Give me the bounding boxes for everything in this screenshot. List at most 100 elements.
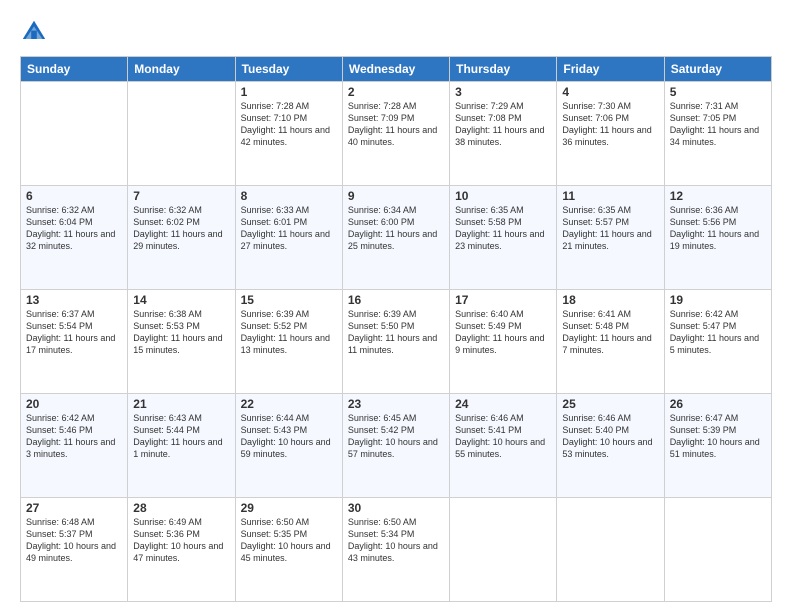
calendar-day-header: Tuesday xyxy=(235,57,342,82)
calendar-cell xyxy=(557,498,664,602)
calendar-cell: 28Sunrise: 6:49 AM Sunset: 5:36 PM Dayli… xyxy=(128,498,235,602)
day-number: 19 xyxy=(670,293,766,307)
calendar-cell: 15Sunrise: 6:39 AM Sunset: 5:52 PM Dayli… xyxy=(235,290,342,394)
day-info: Sunrise: 6:40 AM Sunset: 5:49 PM Dayligh… xyxy=(455,308,551,357)
day-info: Sunrise: 6:50 AM Sunset: 5:34 PM Dayligh… xyxy=(348,516,444,565)
calendar-day-header: Saturday xyxy=(664,57,771,82)
calendar-week-row: 13Sunrise: 6:37 AM Sunset: 5:54 PM Dayli… xyxy=(21,290,772,394)
day-info: Sunrise: 7:28 AM Sunset: 7:10 PM Dayligh… xyxy=(241,100,337,149)
day-number: 20 xyxy=(26,397,122,411)
day-number: 9 xyxy=(348,189,444,203)
calendar-day-header: Thursday xyxy=(450,57,557,82)
day-number: 8 xyxy=(241,189,337,203)
day-info: Sunrise: 6:50 AM Sunset: 5:35 PM Dayligh… xyxy=(241,516,337,565)
day-number: 21 xyxy=(133,397,229,411)
calendar-cell: 17Sunrise: 6:40 AM Sunset: 5:49 PM Dayli… xyxy=(450,290,557,394)
day-number: 6 xyxy=(26,189,122,203)
day-number: 30 xyxy=(348,501,444,515)
calendar-cell: 18Sunrise: 6:41 AM Sunset: 5:48 PM Dayli… xyxy=(557,290,664,394)
day-number: 28 xyxy=(133,501,229,515)
calendar-cell xyxy=(664,498,771,602)
day-info: Sunrise: 6:34 AM Sunset: 6:00 PM Dayligh… xyxy=(348,204,444,253)
day-info: Sunrise: 6:45 AM Sunset: 5:42 PM Dayligh… xyxy=(348,412,444,461)
day-info: Sunrise: 6:48 AM Sunset: 5:37 PM Dayligh… xyxy=(26,516,122,565)
calendar-cell: 30Sunrise: 6:50 AM Sunset: 5:34 PM Dayli… xyxy=(342,498,449,602)
day-number: 23 xyxy=(348,397,444,411)
calendar-week-row: 6Sunrise: 6:32 AM Sunset: 6:04 PM Daylig… xyxy=(21,186,772,290)
calendar-cell: 25Sunrise: 6:46 AM Sunset: 5:40 PM Dayli… xyxy=(557,394,664,498)
day-number: 10 xyxy=(455,189,551,203)
day-number: 11 xyxy=(562,189,658,203)
calendar-cell xyxy=(450,498,557,602)
calendar-week-row: 20Sunrise: 6:42 AM Sunset: 5:46 PM Dayli… xyxy=(21,394,772,498)
day-number: 15 xyxy=(241,293,337,307)
calendar-cell xyxy=(128,82,235,186)
page: SundayMondayTuesdayWednesdayThursdayFrid… xyxy=(0,0,792,612)
calendar-cell: 5Sunrise: 7:31 AM Sunset: 7:05 PM Daylig… xyxy=(664,82,771,186)
day-number: 2 xyxy=(348,85,444,99)
day-info: Sunrise: 6:43 AM Sunset: 5:44 PM Dayligh… xyxy=(133,412,229,461)
day-info: Sunrise: 7:28 AM Sunset: 7:09 PM Dayligh… xyxy=(348,100,444,149)
calendar-cell: 21Sunrise: 6:43 AM Sunset: 5:44 PM Dayli… xyxy=(128,394,235,498)
day-info: Sunrise: 6:35 AM Sunset: 5:58 PM Dayligh… xyxy=(455,204,551,253)
day-number: 14 xyxy=(133,293,229,307)
day-info: Sunrise: 6:32 AM Sunset: 6:04 PM Dayligh… xyxy=(26,204,122,253)
calendar-day-header: Sunday xyxy=(21,57,128,82)
calendar-cell: 13Sunrise: 6:37 AM Sunset: 5:54 PM Dayli… xyxy=(21,290,128,394)
calendar-cell: 19Sunrise: 6:42 AM Sunset: 5:47 PM Dayli… xyxy=(664,290,771,394)
day-number: 22 xyxy=(241,397,337,411)
day-number: 5 xyxy=(670,85,766,99)
day-info: Sunrise: 6:32 AM Sunset: 6:02 PM Dayligh… xyxy=(133,204,229,253)
calendar-day-header: Friday xyxy=(557,57,664,82)
day-number: 12 xyxy=(670,189,766,203)
day-number: 27 xyxy=(26,501,122,515)
calendar-table: SundayMondayTuesdayWednesdayThursdayFrid… xyxy=(20,56,772,602)
calendar-cell: 7Sunrise: 6:32 AM Sunset: 6:02 PM Daylig… xyxy=(128,186,235,290)
calendar-cell: 8Sunrise: 6:33 AM Sunset: 6:01 PM Daylig… xyxy=(235,186,342,290)
day-info: Sunrise: 6:44 AM Sunset: 5:43 PM Dayligh… xyxy=(241,412,337,461)
calendar-cell: 9Sunrise: 6:34 AM Sunset: 6:00 PM Daylig… xyxy=(342,186,449,290)
day-number: 17 xyxy=(455,293,551,307)
day-number: 29 xyxy=(241,501,337,515)
calendar-cell: 22Sunrise: 6:44 AM Sunset: 5:43 PM Dayli… xyxy=(235,394,342,498)
day-number: 25 xyxy=(562,397,658,411)
calendar-cell: 3Sunrise: 7:29 AM Sunset: 7:08 PM Daylig… xyxy=(450,82,557,186)
logo xyxy=(20,18,52,46)
day-number: 4 xyxy=(562,85,658,99)
calendar-cell: 27Sunrise: 6:48 AM Sunset: 5:37 PM Dayli… xyxy=(21,498,128,602)
calendar-cell: 16Sunrise: 6:39 AM Sunset: 5:50 PM Dayli… xyxy=(342,290,449,394)
day-number: 18 xyxy=(562,293,658,307)
calendar-cell xyxy=(21,82,128,186)
calendar-day-header: Wednesday xyxy=(342,57,449,82)
day-info: Sunrise: 6:39 AM Sunset: 5:50 PM Dayligh… xyxy=(348,308,444,357)
day-info: Sunrise: 6:39 AM Sunset: 5:52 PM Dayligh… xyxy=(241,308,337,357)
calendar-cell: 1Sunrise: 7:28 AM Sunset: 7:10 PM Daylig… xyxy=(235,82,342,186)
day-info: Sunrise: 6:41 AM Sunset: 5:48 PM Dayligh… xyxy=(562,308,658,357)
day-info: Sunrise: 6:42 AM Sunset: 5:46 PM Dayligh… xyxy=(26,412,122,461)
header xyxy=(20,18,772,46)
calendar-day-header: Monday xyxy=(128,57,235,82)
day-info: Sunrise: 6:47 AM Sunset: 5:39 PM Dayligh… xyxy=(670,412,766,461)
day-info: Sunrise: 6:33 AM Sunset: 6:01 PM Dayligh… xyxy=(241,204,337,253)
calendar-cell: 2Sunrise: 7:28 AM Sunset: 7:09 PM Daylig… xyxy=(342,82,449,186)
calendar-cell: 29Sunrise: 6:50 AM Sunset: 5:35 PM Dayli… xyxy=(235,498,342,602)
calendar-cell: 10Sunrise: 6:35 AM Sunset: 5:58 PM Dayli… xyxy=(450,186,557,290)
logo-icon xyxy=(20,18,48,46)
day-number: 24 xyxy=(455,397,551,411)
day-number: 26 xyxy=(670,397,766,411)
day-info: Sunrise: 7:29 AM Sunset: 7:08 PM Dayligh… xyxy=(455,100,551,149)
calendar-cell: 12Sunrise: 6:36 AM Sunset: 5:56 PM Dayli… xyxy=(664,186,771,290)
calendar-week-row: 1Sunrise: 7:28 AM Sunset: 7:10 PM Daylig… xyxy=(21,82,772,186)
calendar-cell: 4Sunrise: 7:30 AM Sunset: 7:06 PM Daylig… xyxy=(557,82,664,186)
calendar-header-row: SundayMondayTuesdayWednesdayThursdayFrid… xyxy=(21,57,772,82)
day-info: Sunrise: 6:46 AM Sunset: 5:40 PM Dayligh… xyxy=(562,412,658,461)
day-info: Sunrise: 6:36 AM Sunset: 5:56 PM Dayligh… xyxy=(670,204,766,253)
day-info: Sunrise: 6:46 AM Sunset: 5:41 PM Dayligh… xyxy=(455,412,551,461)
calendar-cell: 11Sunrise: 6:35 AM Sunset: 5:57 PM Dayli… xyxy=(557,186,664,290)
day-info: Sunrise: 7:31 AM Sunset: 7:05 PM Dayligh… xyxy=(670,100,766,149)
calendar-week-row: 27Sunrise: 6:48 AM Sunset: 5:37 PM Dayli… xyxy=(21,498,772,602)
calendar-cell: 14Sunrise: 6:38 AM Sunset: 5:53 PM Dayli… xyxy=(128,290,235,394)
day-info: Sunrise: 6:35 AM Sunset: 5:57 PM Dayligh… xyxy=(562,204,658,253)
calendar-cell: 6Sunrise: 6:32 AM Sunset: 6:04 PM Daylig… xyxy=(21,186,128,290)
day-number: 16 xyxy=(348,293,444,307)
